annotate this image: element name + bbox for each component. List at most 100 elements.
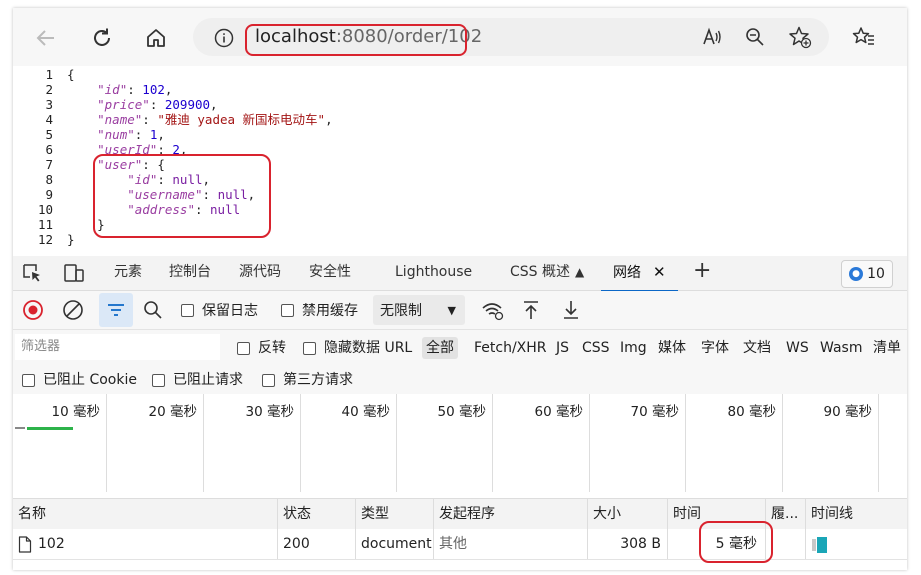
timeline-tick: 80 毫秒 [727,404,776,420]
third-party-checkbox[interactable]: 第三方请求 [262,369,353,391]
column-header-fulfilled[interactable]: 履... [766,499,806,529]
timeline-column: 90 毫秒 [783,394,879,492]
filter-type-all[interactable]: 全部 [422,337,458,359]
filter-icon[interactable] [99,293,133,327]
tab-elements[interactable]: 元素 [114,256,142,290]
blocked-requests-checkbox[interactable]: 已阻止请求 [152,369,243,391]
filter-type-js[interactable]: JS [556,337,569,359]
invert-checkbox[interactable]: 反转 [237,337,286,359]
message-icon: ● [849,267,864,281]
waterfall-bar-download [817,537,827,553]
disable-cache-label: 禁用缓存 [302,303,358,319]
blocked-cookies-checkbox[interactable]: 已阻止 Cookie [22,369,137,391]
home-icon[interactable] [141,23,171,53]
json-line: 3 "price": 209900, [45,97,218,112]
add-tab-icon[interactable]: + [693,256,711,290]
close-icon[interactable]: ✕ [653,263,666,281]
column-header-type[interactable]: 类型 [356,499,434,529]
tab-css-overview-label: CSS 概述 [510,264,570,280]
column-header-status[interactable]: 状态 [278,499,356,529]
clear-icon[interactable] [62,297,84,323]
reload-icon[interactable] [87,23,117,53]
json-line: 12} [37,232,75,247]
timeline-tick: 10 毫秒 [51,404,100,420]
throttling-value: 无限制 [380,303,422,319]
timeline-tick: 40 毫秒 [341,404,390,420]
timeline-column: 50 毫秒 [397,394,493,492]
filter-type-doc[interactable]: 文档 [743,337,771,359]
filter-bar: 筛选器 反转 隐藏数据 URL 全部 Fetch/XHR JS CSS Img … [13,330,907,364]
tab-lighthouse[interactable]: Lighthouse [395,256,472,290]
request-status: 200 [278,529,356,559]
dropdown-arrow-icon: ▼ [447,303,456,317]
timeline-bar-green [27,427,73,430]
request-type: document [356,529,434,559]
blocked-requests-label: 已阻止请求 [173,372,243,388]
timeline-tick: 90 毫秒 [823,404,872,420]
add-favorite-icon[interactable] [787,24,813,50]
timeline-overview[interactable]: 10 毫秒 20 毫秒 30 毫秒 40 毫秒 50 毫秒 60 毫秒 70 毫… [13,394,907,492]
waterfall-bar-waiting [812,539,816,551]
filter-type-manifest[interactable]: 清单 [873,337,901,359]
checkbox-box[interactable] [303,341,316,355]
column-header-initiator[interactable]: 发起程序 [434,499,588,529]
hide-data-url-checkbox[interactable]: 隐藏数据 URL [303,337,412,359]
network-conditions-icon[interactable] [480,297,504,323]
json-line: 4 "name": "雅迪 yadea 新国标电动车", [45,112,333,127]
timeline-tick: 60 毫秒 [534,404,583,420]
import-har-icon[interactable] [520,297,542,323]
filter-type-ws[interactable]: WS [786,337,809,359]
tab-css-overview[interactable]: CSS 概述 ▲ [510,256,584,290]
tab-console[interactable]: 控制台 [169,256,211,290]
filter-input[interactable]: 筛选器 [15,334,220,360]
checkbox-box[interactable] [22,373,35,387]
tab-network[interactable]: 网络 ✕ [601,256,678,292]
request-waterfall [806,529,907,559]
zoom-icon[interactable] [742,24,768,50]
user-object-highlight-box [93,154,271,238]
tab-security[interactable]: 安全性 [309,256,351,290]
request-name-cell[interactable]: 102 [13,529,278,559]
blocked-filter-bar: 已阻止 Cookie 已阻止请求 第三方请求 [13,364,907,395]
request-initiator: 其他 [434,529,588,559]
disable-cache-checkbox[interactable]: 禁用缓存 [281,297,358,323]
json-line: 11 } [37,217,105,232]
checkbox-box[interactable] [152,373,165,387]
filter-type-fetch[interactable]: Fetch/XHR [474,337,547,359]
filter-type-img[interactable]: Img [620,337,647,359]
issues-badge[interactable]: ● 10 [841,260,893,288]
timeline-tick: 70 毫秒 [630,404,679,420]
column-header-name[interactable]: 名称 [13,499,278,529]
info-icon[interactable] [214,28,234,48]
json-line: 1{ [45,67,75,82]
checkbox-box[interactable] [181,303,194,317]
throttling-select[interactable]: 无限制 ▼ [373,295,465,325]
timeline-column: 10 毫秒 [13,394,107,492]
tab-network-label: 网络 [613,265,641,281]
back-arrow-icon[interactable] [31,23,61,53]
favorites-icon[interactable] [851,24,877,50]
filter-type-font[interactable]: 字体 [701,337,729,359]
checkbox-box[interactable] [262,373,275,387]
filter-type-wasm[interactable]: Wasm [820,337,862,359]
preserve-log-checkbox[interactable]: 保留日志 [181,297,258,323]
checkbox-box[interactable] [237,341,250,355]
browser-window: localhost:8080/order/102 1{ 2 "id": 102,… [13,8,907,570]
filter-type-media[interactable]: 媒体 [658,337,686,359]
filter-type-css[interactable]: CSS [582,337,610,359]
checkbox-box[interactable] [281,303,294,317]
timeline-column: 20 毫秒 [107,394,204,492]
export-har-icon[interactable] [560,297,582,323]
json-viewer: 1{ 2 "id": 102, 3 "price": 209900, 4 "na… [13,66,907,256]
json-line: 5 "num": 1, [45,127,165,142]
url-highlight-box [245,24,467,56]
search-icon[interactable] [142,297,164,323]
column-header-size[interactable]: 大小 [588,499,668,529]
request-name: 102 [38,536,65,552]
read-aloud-icon[interactable] [699,24,725,50]
blocked-cookies-label: 已阻止 Cookie [43,372,137,388]
tab-sources[interactable]: 源代码 [239,256,281,290]
issues-count: 10 [867,266,885,282]
column-header-waterfall[interactable]: 时间线 [806,499,907,529]
record-icon[interactable] [22,297,44,323]
